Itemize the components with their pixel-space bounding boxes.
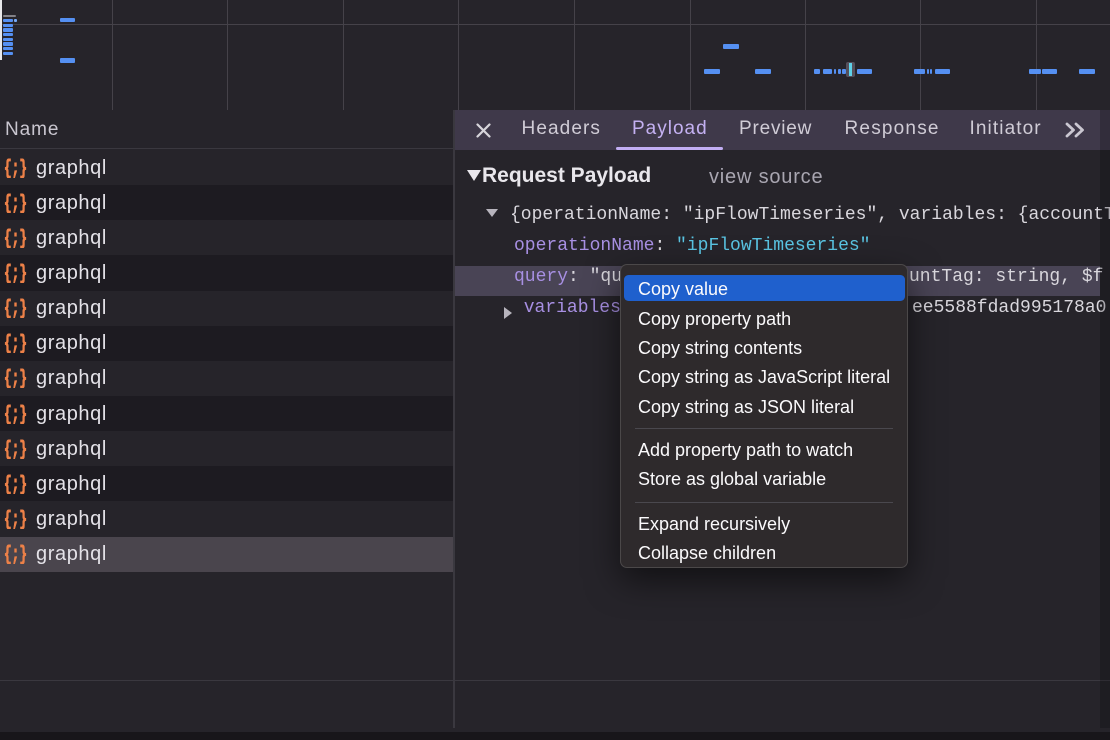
svg-text:{;}: {;} [4,509,27,529]
svg-text:{;}: {;} [4,158,27,178]
svg-text:{;}: {;} [4,439,27,459]
svg-text:{;}: {;} [4,368,27,388]
svg-text:{;}: {;} [4,193,27,213]
svg-text:{;}: {;} [4,474,27,494]
svg-text:{;}: {;} [4,404,27,424]
svg-text:{;}: {;} [4,298,27,318]
svg-text:{;}: {;} [4,263,27,283]
svg-text:{;}: {;} [4,544,27,564]
svg-text:{;}: {;} [4,228,27,248]
svg-text:{;}: {;} [4,333,27,353]
